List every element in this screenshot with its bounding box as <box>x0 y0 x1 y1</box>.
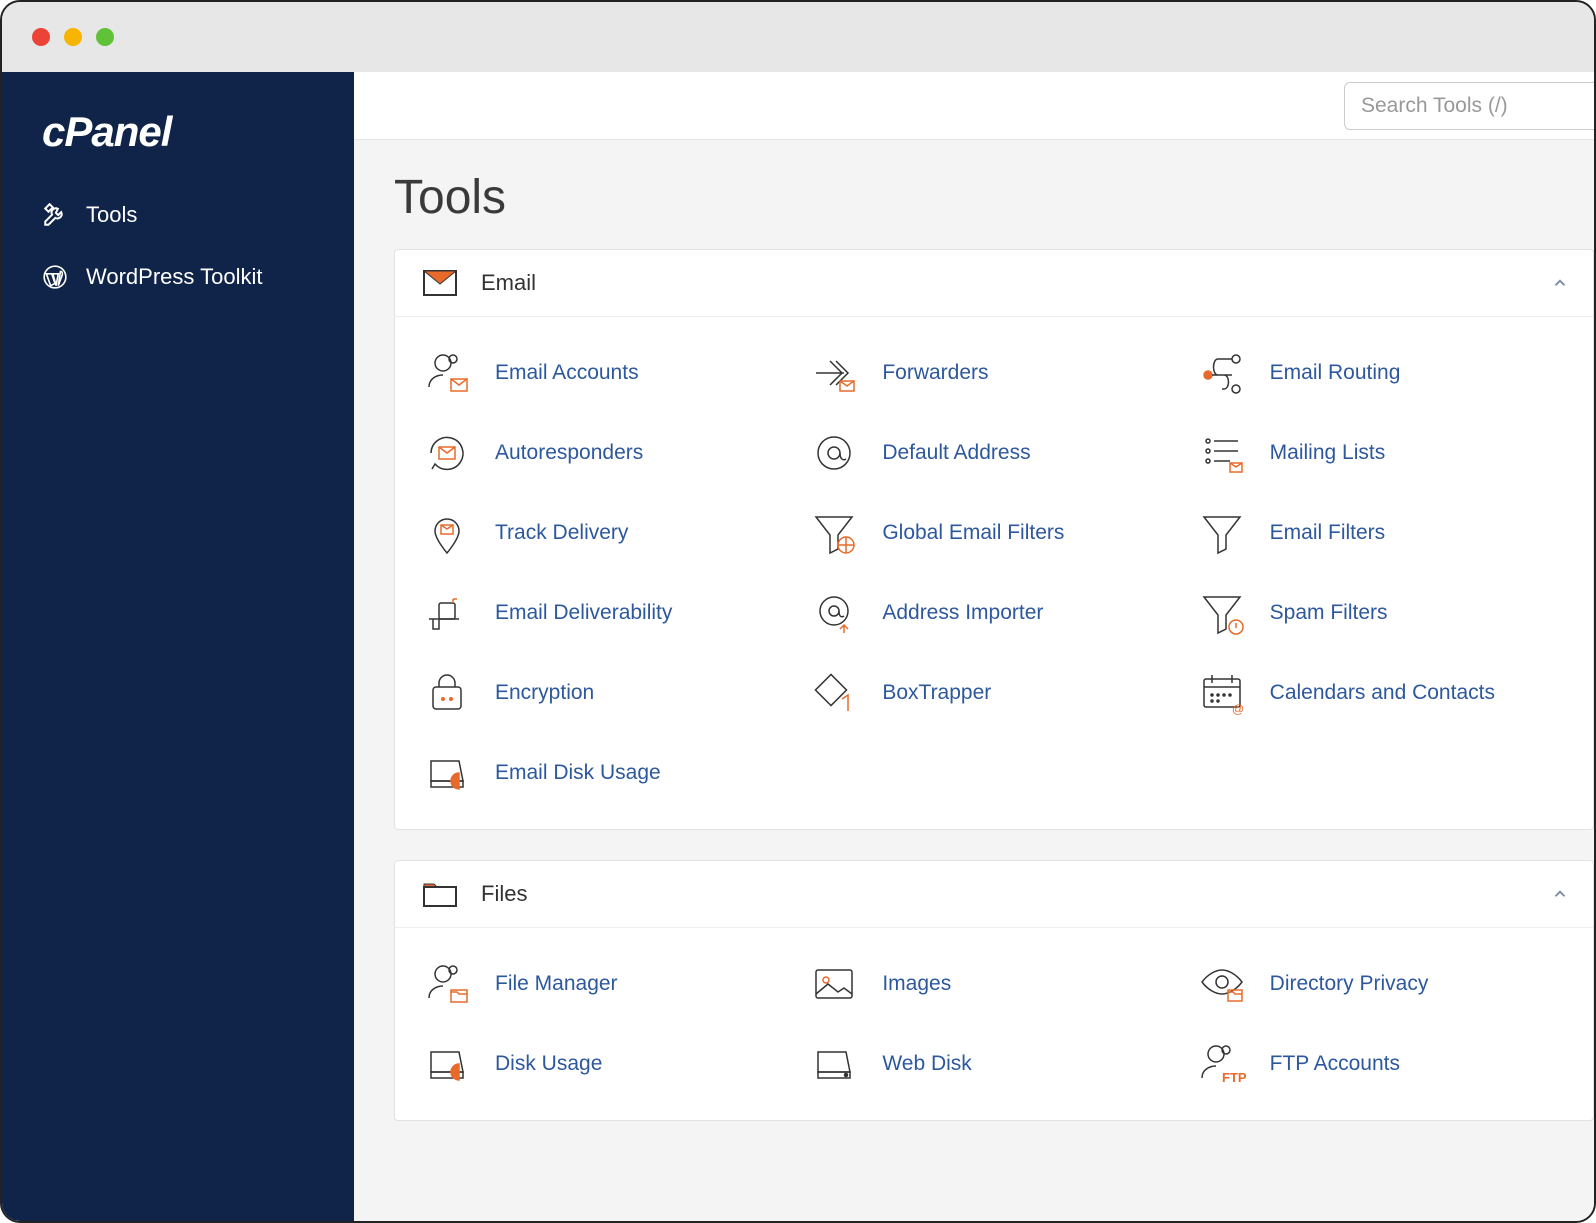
disk-usage-icon <box>423 1040 471 1088</box>
files-section-icon <box>423 881 457 907</box>
panel-files: Files File Manager Images <box>394 860 1594 1121</box>
tool-label: Email Deliverability <box>495 601 672 625</box>
tool-label: Default Address <box>882 441 1030 465</box>
tool-file-manager[interactable]: File Manager <box>423 960 790 1008</box>
tool-mailing-lists[interactable]: Mailing Lists <box>1198 429 1565 477</box>
wordpress-icon <box>42 264 68 290</box>
tool-address-importer[interactable]: Address Importer <box>810 589 1177 637</box>
file-manager-icon <box>423 960 471 1008</box>
tools-icon <box>42 202 68 228</box>
tool-calendars-contacts[interactable]: @ Calendars and Contacts <box>1198 669 1565 717</box>
sidebar-item-label: Tools <box>86 202 137 228</box>
panel-email: Email Email Accounts Forwarders <box>394 249 1594 830</box>
window-titlebar <box>2 2 1594 72</box>
panel-title: Files <box>481 881 527 907</box>
email-deliverability-icon <box>423 589 471 637</box>
tool-label: Disk Usage <box>495 1052 602 1076</box>
forwarders-icon <box>810 349 858 397</box>
tool-images[interactable]: Images <box>810 960 1177 1008</box>
email-section-icon <box>423 270 457 296</box>
cpanel-logo: cPanel <box>2 100 354 184</box>
directory-privacy-icon <box>1198 960 1246 1008</box>
panel-header-email[interactable]: Email <box>395 250 1593 317</box>
panel-header-files[interactable]: Files <box>395 861 1593 928</box>
tool-spam-filters[interactable]: Spam Filters <box>1198 589 1565 637</box>
tool-label: BoxTrapper <box>882 681 991 705</box>
tool-disk-usage[interactable]: Disk Usage <box>423 1040 790 1088</box>
tool-boxtrapper[interactable]: BoxTrapper <box>810 669 1177 717</box>
tool-autoresponders[interactable]: Autoresponders <box>423 429 790 477</box>
panel-title: Email <box>481 270 536 296</box>
tool-track-delivery[interactable]: Track Delivery <box>423 509 790 557</box>
tool-label: Global Email Filters <box>882 521 1064 545</box>
tool-email-deliverability[interactable]: Email Deliverability <box>423 589 790 637</box>
tool-default-address[interactable]: Default Address <box>810 429 1177 477</box>
tool-label: Autoresponders <box>495 441 643 465</box>
tool-ftp-accounts[interactable]: FTP FTP Accounts <box>1198 1040 1565 1088</box>
tool-forwarders[interactable]: Forwarders <box>810 349 1177 397</box>
page-title: Tools <box>354 140 1594 249</box>
global-email-filters-icon <box>810 509 858 557</box>
tool-email-routing[interactable]: Email Routing <box>1198 349 1565 397</box>
tool-label: Calendars and Contacts <box>1270 681 1495 705</box>
email-accounts-icon <box>423 349 471 397</box>
svg-text:FTP: FTP <box>1222 1070 1246 1085</box>
tool-label: Directory Privacy <box>1270 972 1429 996</box>
spam-filters-icon <box>1198 589 1246 637</box>
tool-web-disk[interactable]: Web Disk <box>810 1040 1177 1088</box>
topbar <box>354 72 1594 140</box>
sidebar-item-wordpress-toolkit[interactable]: WordPress Toolkit <box>2 246 354 308</box>
calendars-contacts-icon: @ <box>1198 669 1246 717</box>
tool-label: Encryption <box>495 681 594 705</box>
track-delivery-icon <box>423 509 471 557</box>
tool-email-accounts[interactable]: Email Accounts <box>423 349 790 397</box>
tool-email-filters[interactable]: Email Filters <box>1198 509 1565 557</box>
encryption-icon <box>423 669 471 717</box>
tool-label: Email Disk Usage <box>495 761 661 785</box>
search-input[interactable] <box>1344 82 1594 130</box>
tool-label: Forwarders <box>882 361 988 385</box>
tool-label: FTP Accounts <box>1270 1052 1400 1076</box>
address-importer-icon <box>810 589 858 637</box>
tool-label: Email Filters <box>1270 521 1386 545</box>
minimize-icon[interactable] <box>64 28 82 46</box>
tool-email-disk-usage[interactable]: Email Disk Usage <box>423 749 790 797</box>
ftp-accounts-icon: FTP <box>1198 1040 1246 1088</box>
tool-label: Address Importer <box>882 601 1043 625</box>
sidebar: cPanel Tools WordPress Toolkit <box>2 72 354 1221</box>
tool-encryption[interactable]: Encryption <box>423 669 790 717</box>
tool-global-email-filters[interactable]: Global Email Filters <box>810 509 1177 557</box>
sidebar-item-tools[interactable]: Tools <box>2 184 354 246</box>
tool-label: Email Accounts <box>495 361 639 385</box>
tool-label: Web Disk <box>882 1052 971 1076</box>
svg-text:@: @ <box>1232 702 1244 716</box>
tool-label: Images <box>882 972 951 996</box>
email-filters-icon <box>1198 509 1246 557</box>
sidebar-item-label: WordPress Toolkit <box>86 264 262 290</box>
chevron-up-icon <box>1551 274 1569 292</box>
web-disk-icon <box>810 1040 858 1088</box>
email-disk-usage-icon <box>423 749 471 797</box>
default-address-icon <box>810 429 858 477</box>
images-icon <box>810 960 858 1008</box>
email-routing-icon <box>1198 349 1246 397</box>
tool-label: Mailing Lists <box>1270 441 1386 465</box>
tool-directory-privacy[interactable]: Directory Privacy <box>1198 960 1565 1008</box>
mailing-lists-icon <box>1198 429 1246 477</box>
boxtrapper-icon <box>810 669 858 717</box>
autoresponders-icon <box>423 429 471 477</box>
tool-label: File Manager <box>495 972 618 996</box>
chevron-up-icon <box>1551 885 1569 903</box>
tool-label: Track Delivery <box>495 521 628 545</box>
tool-label: Email Routing <box>1270 361 1401 385</box>
tool-label: Spam Filters <box>1270 601 1388 625</box>
main-content: Tools Email Email Accounts <box>354 72 1594 1221</box>
close-icon[interactable] <box>32 28 50 46</box>
maximize-icon[interactable] <box>96 28 114 46</box>
